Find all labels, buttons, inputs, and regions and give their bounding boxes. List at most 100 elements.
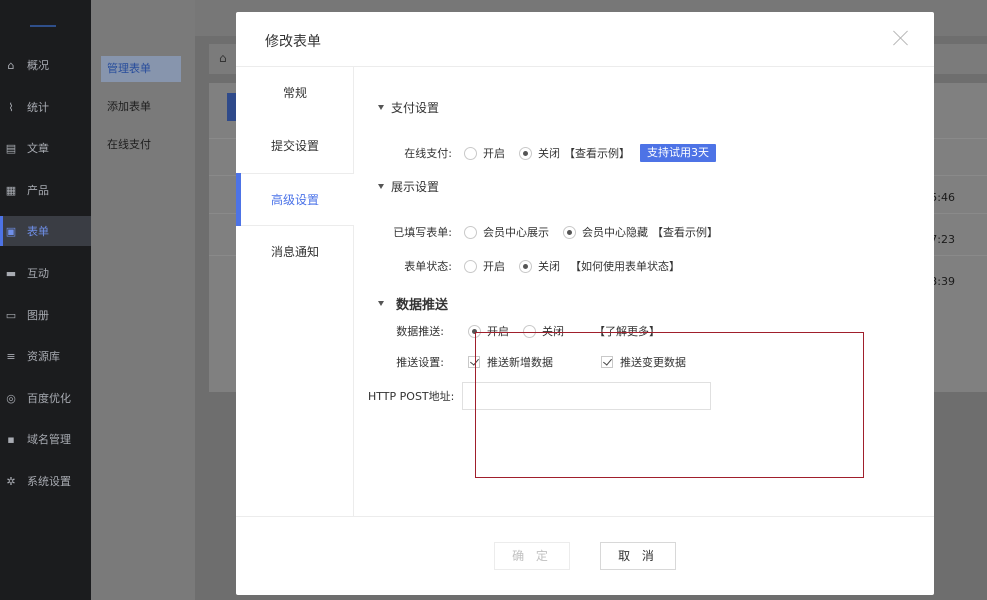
sidebar-item[interactable]: ▬ 互动 <box>0 258 91 288</box>
radio-member-hide[interactable] <box>563 225 576 239</box>
grid-icon: ▦ <box>5 183 17 197</box>
row-online-payment: 在线支付: 开启 关闭 【查看示例】 支持试用3天 <box>402 144 716 162</box>
article-icon: ▤ <box>5 141 17 155</box>
clipboard-icon: ▣ <box>5 224 17 238</box>
radio-push-off[interactable] <box>523 324 536 338</box>
caret-down-icon <box>378 184 384 189</box>
radio-label: 开启 <box>483 147 505 160</box>
radio-push-on[interactable] <box>468 324 481 338</box>
sidebar-item[interactable]: ⌂ 概况 <box>0 50 91 80</box>
radio-status-off[interactable] <box>519 259 532 273</box>
table-cell-time: 7:23 <box>930 233 955 246</box>
radio-payment-on[interactable] <box>464 146 477 160</box>
sidebar-item-label: 资源库 <box>27 350 60 363</box>
sidebar-item-label: 互动 <box>27 267 49 280</box>
sidebar-item-label: 域名管理 <box>27 433 71 446</box>
confirm-button[interactable]: 确 定 <box>494 542 570 570</box>
modal-content: 支付设置 在线支付: 开启 关闭 【查看示例】 支持试用3天 展示设置 已填写表… <box>354 67 934 516</box>
sidebar-item[interactable]: ▭ 图册 <box>0 300 91 330</box>
trial-badge[interactable]: 支持试用3天 <box>640 144 716 162</box>
table-cell-time: 5:46 <box>930 191 955 204</box>
database-icon: ≡ <box>6 349 16 363</box>
view-example-link[interactable]: 【查看示例】 <box>652 224 718 240</box>
sidebar-item[interactable]: ▪ 域名管理 <box>0 424 91 454</box>
modal-header: 修改表单 <box>236 12 934 67</box>
sidebar-item[interactable]: ✲ 系统设置 <box>0 466 91 496</box>
checkbox-push-change[interactable] <box>601 356 613 368</box>
sidebar-item-label: 百度优化 <box>27 392 71 405</box>
gear-icon: ✲ <box>6 474 16 488</box>
section-data-push[interactable]: 数据推送 <box>378 294 448 313</box>
field-label: 已填写表单: <box>393 226 452 239</box>
radio-payment-off[interactable] <box>519 146 532 160</box>
sub-item-add-form[interactable]: 添加表单 <box>101 94 181 120</box>
tab-submit-settings[interactable]: 提交设置 <box>236 120 354 173</box>
sidebar-item[interactable]: ▣ 表单 <box>0 216 91 246</box>
domain-icon: ▪ <box>7 432 15 446</box>
table-cell-time: 3:39 <box>930 275 955 288</box>
tab-advanced-settings[interactable]: 高级设置 <box>236 173 354 226</box>
sidebar-item-label: 图册 <box>27 309 49 322</box>
sidebar-item[interactable]: ≡ 资源库 <box>0 341 91 371</box>
http-post-url-input[interactable] <box>462 382 712 410</box>
checkbox-label: 推送新增数据 <box>487 356 553 369</box>
field-label: HTTP POST地址: <box>368 390 455 403</box>
sidebar-item-label: 概况 <box>27 59 49 72</box>
app-sidebar: ⌂ 概况 ⌇ 统计 ▤ 文章 ▦ 产品 ▣ 表单 ▬ 互动 ▭ 图册 ≡ 资源库 ◎ 百度优化 ▪ 域名管理 ✲ 系统设置 <box>0 0 91 600</box>
edit-form-modal: 修改表单 常规 提交设置 高级设置 消息通知 支付设置 在线支付: 开启 关闭 … <box>236 12 934 595</box>
field-label: 数据推送: <box>396 325 444 338</box>
sidebar-item[interactable]: ▦ 产品 <box>0 175 91 205</box>
cancel-button[interactable]: 取 消 <box>600 542 676 570</box>
sidebar-item[interactable]: ◎ 百度优化 <box>0 383 91 413</box>
learn-more-link[interactable]: 【了解更多】 <box>594 323 660 339</box>
section-payment[interactable]: 支付设置 <box>378 99 439 116</box>
tab-notifications[interactable]: 消息通知 <box>236 226 354 279</box>
chart-icon: ⌇ <box>8 100 14 114</box>
view-example-link[interactable]: 【查看示例】 <box>564 145 630 161</box>
row-http-post: HTTP POST地址: <box>368 382 712 410</box>
radio-label: 关闭 <box>538 260 560 273</box>
sidebar-item-label: 系统设置 <box>27 475 71 488</box>
logo <box>30 25 56 27</box>
radio-label: 开启 <box>483 260 505 273</box>
home-icon: ⌂ <box>7 58 15 72</box>
modal-footer: 确 定 取 消 <box>236 516 934 595</box>
field-label: 表单状态: <box>404 260 452 273</box>
row-form-status: 表单状态: 开启 关闭 【如何使用表单状态】 <box>402 258 690 274</box>
field-label: 推送设置: <box>396 356 444 369</box>
sub-sidebar: 管理表单 添加表单 在线支付 <box>91 0 195 600</box>
modal-tabs: 常规 提交设置 高级设置 消息通知 <box>236 67 354 516</box>
tab-general[interactable]: 常规 <box>236 67 354 120</box>
sidebar-item-label: 产品 <box>27 184 49 197</box>
sidebar-item[interactable]: ▤ 文章 <box>0 133 91 163</box>
section-display[interactable]: 展示设置 <box>378 178 439 195</box>
checkbox-push-new[interactable] <box>468 356 480 368</box>
sidebar-item-label: 表单 <box>27 225 49 238</box>
radio-label: 会员中心展示 <box>483 226 549 239</box>
radio-label: 开启 <box>487 325 509 338</box>
form-status-help-link[interactable]: 【如何使用表单状态】 <box>570 258 680 274</box>
field-label: 在线支付: <box>404 147 452 160</box>
radio-label: 关闭 <box>542 325 564 338</box>
radio-status-on[interactable] <box>464 259 477 273</box>
sub-item-online-pay[interactable]: 在线支付 <box>101 132 181 158</box>
section-title: 支付设置 <box>391 101 440 115</box>
modal-title: 修改表单 <box>265 34 321 50</box>
row-push-settings: 推送设置: 推送新增数据 推送变更数据 <box>384 354 686 370</box>
radio-member-show[interactable] <box>464 225 477 239</box>
section-title: 展示设置 <box>391 180 440 194</box>
home-icon[interactable]: ⌂ <box>219 51 227 65</box>
radio-label: 会员中心隐藏 <box>582 226 648 239</box>
caret-down-icon <box>378 105 384 110</box>
caret-down-icon <box>378 301 384 306</box>
chat-icon: ▬ <box>5 266 17 280</box>
sub-item-manage-form[interactable]: 管理表单 <box>101 56 181 82</box>
close-icon[interactable] <box>892 29 910 47</box>
sidebar-item-label: 文章 <box>27 142 49 155</box>
row-filled-form: 已填写表单: 会员中心展示 会员中心隐藏 【查看示例】 <box>392 224 728 240</box>
radio-label: 关闭 <box>538 147 560 160</box>
image-icon: ▭ <box>5 308 17 322</box>
section-title: 数据推送 <box>396 298 449 313</box>
sidebar-item[interactable]: ⌇ 统计 <box>0 92 91 122</box>
target-icon: ◎ <box>6 391 16 405</box>
